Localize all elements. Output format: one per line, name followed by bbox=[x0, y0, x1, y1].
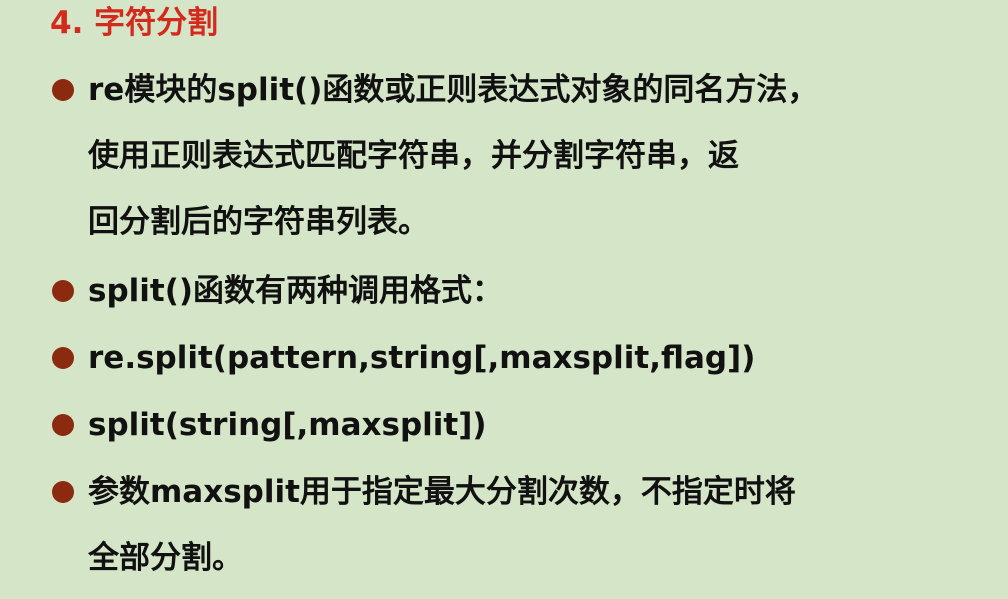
bullet-item: split()函数有两种调用格式： bbox=[52, 258, 952, 324]
bullet-line: re模块的split()函数或正则表达式对象的同名方法， bbox=[88, 72, 819, 108]
bullet-item: split(string[,maxsplit]) bbox=[52, 392, 952, 458]
bullet-text: split()函数有两种调用格式： bbox=[88, 258, 503, 324]
bullet-line: split(string[,maxsplit]) bbox=[88, 407, 487, 443]
bullet-dot-icon bbox=[52, 414, 74, 436]
bullet-dot-icon bbox=[52, 347, 74, 369]
bullet-item: 参数maxsplit用于指定最大分割次数，不指定时将 全部分割。 bbox=[52, 459, 952, 593]
bullet-line: split()函数有两种调用格式： bbox=[88, 273, 504, 309]
bullet-text: 参数maxsplit用于指定最大分割次数，不指定时将 全部分割。 bbox=[88, 459, 796, 591]
bullet-line: re.split(pattern,string[,maxsplit,flag]) bbox=[88, 340, 756, 376]
bullet-item: re.split(pattern,string[,maxsplit,flag]) bbox=[52, 325, 952, 391]
bullet-dot-icon bbox=[52, 280, 74, 302]
bullet-line: 回分割后的字符串列表。 bbox=[88, 204, 429, 240]
bullet-dot-icon bbox=[52, 481, 74, 503]
bullet-dot-icon bbox=[52, 79, 74, 101]
bullet-text: re.split(pattern,string[,maxsplit,flag]) bbox=[88, 325, 755, 391]
bullet-text: re模块的split()函数或正则表达式对象的同名方法， 使用正则表达式匹配字符… bbox=[88, 57, 818, 255]
bullet-line: 使用正则表达式匹配字符串，并分割字符串，返 bbox=[88, 138, 739, 174]
bullet-line: 全部分割。 bbox=[88, 540, 243, 576]
bullet-line: 参数maxsplit用于指定最大分割次数，不指定时将 bbox=[88, 474, 796, 510]
bullet-item: re模块的split()函数或正则表达式对象的同名方法， 使用正则表达式匹配字符… bbox=[52, 57, 952, 257]
bullet-text: split(string[,maxsplit]) bbox=[88, 392, 487, 458]
section-heading: 4. 字符分割 bbox=[50, 5, 219, 41]
slide: 4. 字符分割 re模块的split()函数或正则表达式对象的同名方法， 使用正… bbox=[0, 0, 1008, 599]
